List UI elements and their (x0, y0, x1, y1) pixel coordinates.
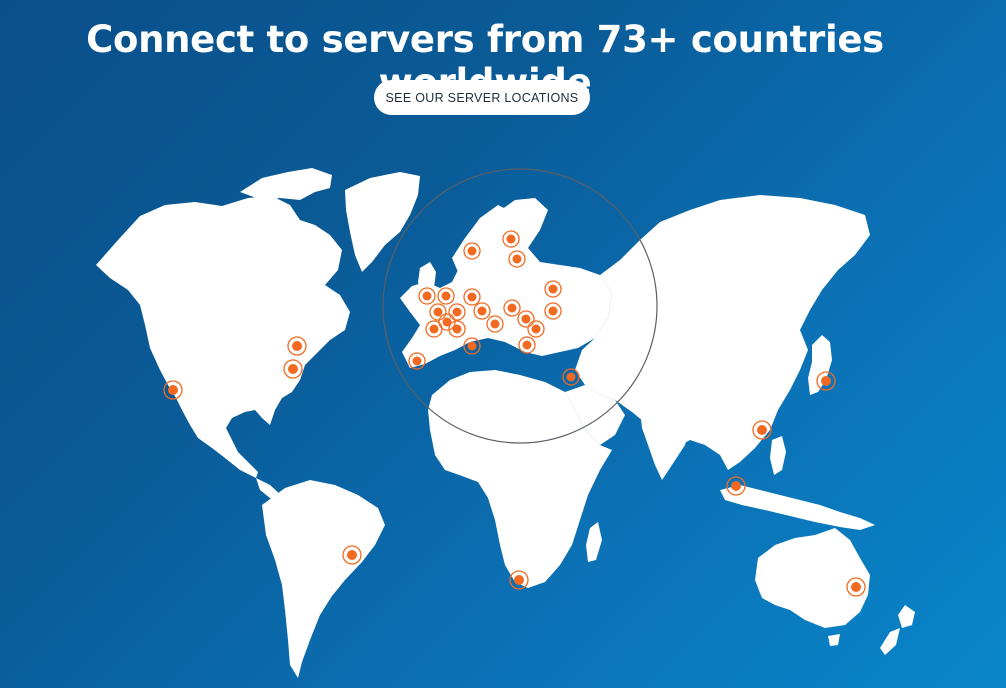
south-america-landmass (262, 480, 385, 678)
greenland-landmass (345, 172, 420, 272)
new-zealand-south-landmass (880, 628, 900, 655)
tasmania-landmass (828, 634, 840, 646)
server-location-marker[interactable] (562, 368, 580, 386)
north-america-landmass (96, 196, 350, 478)
philippines-landmass (770, 436, 786, 475)
asia-landmass (575, 195, 870, 470)
new-zealand-landmass (898, 605, 915, 628)
madagascar-landmass (586, 522, 602, 562)
world-map (96, 168, 915, 678)
japan-landmass (808, 335, 832, 395)
arctic-islands-landmass (240, 168, 332, 200)
